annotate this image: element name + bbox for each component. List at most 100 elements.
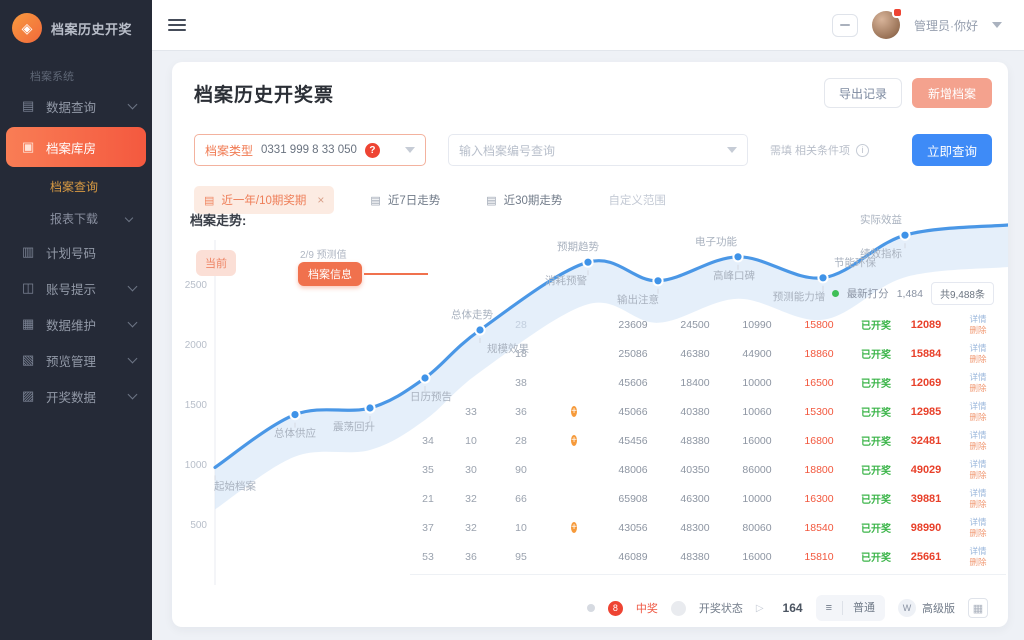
chevron-icon [128, 100, 138, 110]
tab-label: 自定义范围 [608, 192, 666, 208]
delete-link[interactable]: 删除 [950, 412, 1006, 423]
sidebar-item-7[interactable]: ▧预览管理 [0, 342, 152, 378]
menu-icon: ▣ [22, 139, 46, 155]
sidebar-item-6[interactable]: ▦数据维护 [0, 306, 152, 342]
table-cell: 25086 [602, 348, 664, 360]
detail-link[interactable]: 详情 [950, 314, 1006, 325]
detail-link[interactable]: 详情 [950, 488, 1006, 499]
message-icon[interactable] [832, 14, 858, 37]
detail-link[interactable]: 详情 [950, 372, 1006, 383]
svg-text:起始档案: 起始档案 [214, 479, 256, 492]
list-icon[interactable]: ≡ [816, 595, 842, 621]
row-actions: 详情删除 [950, 488, 1006, 509]
chevron-down-icon[interactable] [992, 22, 1002, 28]
delete-link[interactable]: 删除 [950, 383, 1006, 394]
view-mode-switch[interactable]: ≡ 普通 [816, 595, 885, 621]
detail-link[interactable]: 详情 [950, 517, 1006, 528]
svg-text:震荡回升: 震荡回升 [333, 421, 375, 433]
close-icon[interactable]: × [317, 193, 324, 207]
sidebar-item-0[interactable]: ▤数据查询 [0, 88, 152, 124]
sidebar-subitem-2[interactable]: 档案查询 [0, 170, 152, 202]
sidebar-item-8[interactable]: ▨开奖数据 [0, 378, 152, 414]
sidebar-item-1[interactable]: ▣档案库房 [6, 127, 146, 167]
delete-link[interactable]: 删除 [950, 557, 1006, 568]
svg-text:500: 500 [190, 520, 207, 531]
detail-link[interactable]: 详情 [950, 401, 1006, 412]
tab-3[interactable]: 自定义范围 [598, 186, 676, 214]
row-actions: 详情删除 [950, 343, 1006, 364]
table-cell: 40350 [664, 464, 726, 476]
sidebar-item-5[interactable]: ◫账号提示 [0, 270, 152, 306]
table-cell: 已开奖 [850, 375, 902, 390]
table-cell: 21 [410, 493, 446, 505]
table-cell: 15800 [788, 319, 850, 331]
sidebar-subitem-3[interactable]: 报表下载 [0, 202, 152, 234]
table-cell: 45606 [602, 377, 664, 389]
table-cell: 28 [496, 319, 546, 331]
keyword-select[interactable]: 输入档案编号查询 [448, 134, 748, 166]
logo-text: 档案历史开奖 [51, 19, 132, 38]
table-cell: 10 [446, 435, 496, 447]
table-cell: 80060 [726, 522, 788, 534]
tab-label: 近一年/10期奖期 [221, 192, 306, 208]
page-title: 档案历史开奖票 [194, 80, 334, 107]
delete-link[interactable]: 删除 [950, 354, 1006, 365]
table-cell: 49029 [902, 464, 950, 476]
delete-link[interactable]: 删除 [950, 499, 1006, 510]
table-cell: 45456 [602, 435, 664, 447]
delete-link[interactable]: 删除 [950, 441, 1006, 452]
table-row: 35309048006403508600018800已开奖49029详情删除 [410, 455, 1006, 484]
total-count: 164 [783, 601, 803, 615]
table-cell: 65908 [602, 493, 664, 505]
archive-type-select[interactable]: 档案类型 0331 999 8 33 050 ? [194, 134, 426, 166]
red-count-badge[interactable]: 8 [608, 601, 623, 616]
detail-link[interactable]: 详情 [950, 546, 1006, 557]
tab-doc-icon: ▤ [486, 194, 496, 207]
green-dot-icon [832, 290, 839, 297]
detail-link[interactable]: 详情 [950, 459, 1006, 470]
tab-2[interactable]: ▤近30期走势 [476, 186, 572, 214]
svg-text:节能环保: 节能环保 [834, 256, 876, 269]
tab-1[interactable]: ▤近7日走势 [360, 186, 450, 214]
mode-normal-button[interactable]: 普通 [843, 595, 885, 621]
delete-link[interactable]: 删除 [950, 325, 1006, 336]
add-record-button[interactable]: 新增档案 [912, 78, 992, 108]
sidebar-item-label: 数据维护 [46, 315, 96, 334]
table-cell: 16300 [788, 493, 850, 505]
advanced-mode[interactable]: W 高级版 [898, 599, 955, 617]
table-cell: 36 [496, 406, 546, 418]
red-legend-label: 中奖 [636, 600, 658, 616]
hot-number-icon[interactable]: + [571, 435, 577, 446]
hot-number-icon[interactable]: + [571, 406, 577, 417]
mode-advanced-label: 高级版 [922, 600, 955, 616]
hamburger-menu-icon[interactable] [168, 16, 186, 34]
svg-text:绩效指标: 绩效指标 [860, 247, 902, 260]
grey-circle-icon[interactable] [671, 601, 686, 616]
table-cell: 38 [496, 377, 546, 389]
search-button[interactable]: 立即查询 [912, 134, 992, 166]
sidebar-item-4[interactable]: ▥计划号码 [0, 234, 152, 270]
table-cell: 32 [446, 522, 496, 534]
tab-doc-icon: ▤ [370, 194, 380, 207]
chevron-icon [128, 282, 138, 292]
grid-view-icon[interactable]: ▦ [968, 598, 988, 618]
table-row: 53369546089483801600015810已开奖25661详情删除 [410, 542, 1006, 571]
table-cell: 已开奖 [850, 549, 902, 564]
detail-link[interactable]: 详情 [950, 430, 1006, 441]
sidebar-item-label: 开奖数据 [46, 387, 96, 406]
delete-link[interactable]: 删除 [950, 528, 1006, 539]
delete-link[interactable]: 删除 [950, 470, 1006, 481]
current-tag[interactable]: 当前 [196, 250, 236, 276]
table-divider [410, 574, 1006, 575]
table-cell: 12089 [902, 319, 950, 331]
legend-total-pill[interactable]: 共9,488条 [931, 282, 994, 305]
grey-dot-icon [587, 604, 595, 612]
avatar[interactable] [872, 11, 900, 39]
table-cell: 32 [446, 493, 496, 505]
chart-tooltip: 档案信息 [298, 262, 362, 286]
hot-number-icon[interactable]: + [571, 522, 577, 533]
topbar: 管理员·你好 [152, 0, 1024, 50]
table-cell: 45066 [602, 406, 664, 418]
detail-link[interactable]: 详情 [950, 343, 1006, 354]
export-button[interactable]: 导出记录 [824, 78, 902, 108]
